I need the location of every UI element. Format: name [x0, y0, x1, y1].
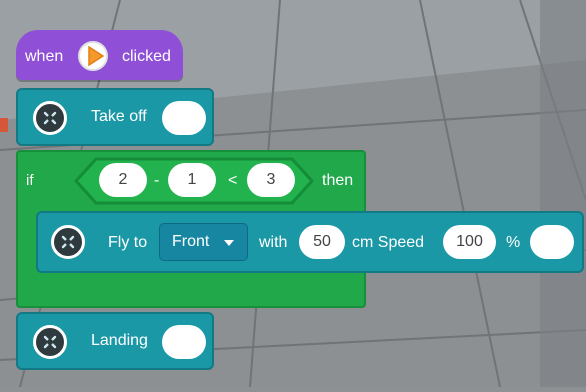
- landing-label: Landing: [91, 332, 148, 349]
- condition-left-input[interactable]: 2: [99, 163, 147, 197]
- fly-to-block[interactable]: Fly to with 50 cm Speed 100 %: [36, 211, 584, 273]
- speed-unit-label: %: [506, 234, 521, 251]
- minus-operator: -: [154, 172, 160, 189]
- fly-to-label: Fly to: [108, 234, 148, 251]
- direction-value: Front: [172, 233, 210, 250]
- speed-input[interactable]: 100: [443, 225, 496, 259]
- play-icon: [78, 41, 108, 71]
- distance-input[interactable]: 50: [299, 225, 345, 259]
- drone-icon: [33, 325, 67, 359]
- hat-when-label: when: [25, 48, 64, 65]
- take-off-label: Take off: [91, 108, 147, 125]
- landing-block[interactable]: Landing: [16, 312, 214, 370]
- when-clicked-hat-block[interactable]: when clicked: [16, 30, 183, 80]
- drone-icon: [51, 225, 85, 259]
- hat-clicked-label: clicked: [122, 48, 171, 65]
- caret-down-icon: [224, 240, 234, 246]
- landing-param-input[interactable]: [162, 325, 206, 359]
- condition-compare-input[interactable]: 3: [247, 163, 295, 197]
- drone-icon: [33, 101, 67, 135]
- distance-unit-label: cm Speed: [352, 234, 425, 251]
- with-label: with: [259, 234, 288, 251]
- then-label: then: [322, 172, 354, 189]
- if-label: if: [26, 172, 34, 189]
- take-off-block[interactable]: Take off: [16, 88, 214, 146]
- direction-dropdown[interactable]: Front: [159, 223, 248, 261]
- fly-to-param-input[interactable]: [530, 225, 574, 259]
- condition-right-input[interactable]: 1: [168, 163, 216, 197]
- less-than-operator: <: [228, 172, 238, 189]
- take-off-param-input[interactable]: [162, 101, 206, 135]
